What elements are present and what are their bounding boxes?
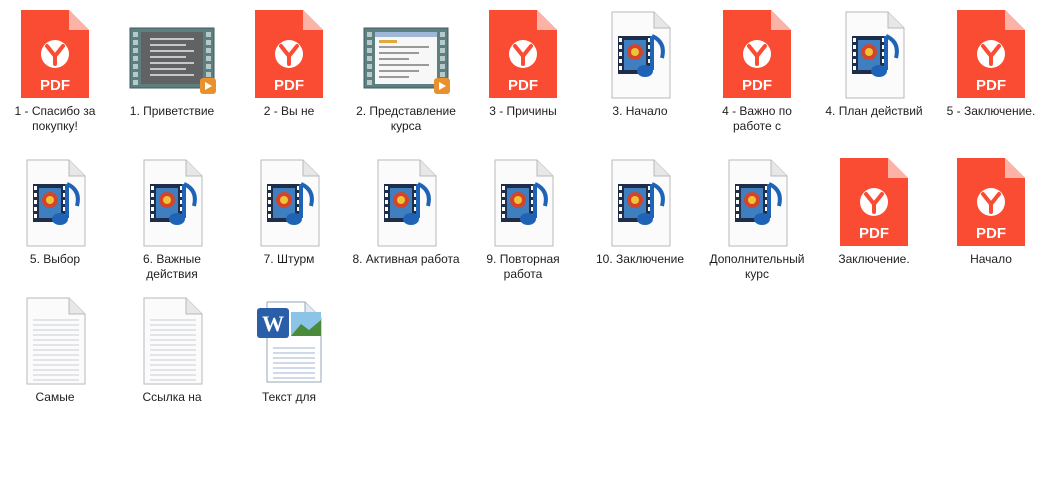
file-name-label: 3 - Причины bbox=[489, 104, 557, 118]
file-name-label: Заключение. bbox=[838, 252, 910, 266]
file-item[interactable]: PDF 2 - Вы не bbox=[234, 6, 344, 119]
file-item[interactable]: PDF 4 - Важно по работе с bbox=[702, 6, 812, 134]
pdf-file-icon: PDF bbox=[475, 6, 571, 102]
file-name-label: Самые bbox=[35, 390, 75, 404]
text-file-icon bbox=[124, 292, 220, 388]
play-icon bbox=[200, 78, 216, 94]
file-name-label: Ссылка на bbox=[142, 390, 202, 404]
file-name-label: 9. Повторная работа bbox=[486, 252, 560, 281]
file-item[interactable]: Ссылка на bbox=[117, 292, 227, 405]
pdf-file-icon: PDF bbox=[709, 6, 805, 102]
file-item[interactable]: 8. Активная работа bbox=[351, 154, 461, 267]
file-item[interactable]: Дополнительный курс bbox=[702, 154, 812, 282]
file-item[interactable]: 9. Повторная работа bbox=[468, 154, 578, 282]
yandex-logo-icon bbox=[509, 40, 537, 68]
file-item[interactable]: PDF 3 - Причины bbox=[468, 6, 578, 119]
audio-file-icon bbox=[7, 154, 103, 250]
file-item[interactable]: 10. Заключение bbox=[585, 154, 695, 267]
yandex-logo-icon bbox=[977, 40, 1005, 68]
file-name-label: 10. Заключение bbox=[596, 252, 684, 266]
pdf-badge-label: PDF bbox=[976, 77, 1006, 94]
audio-file-icon bbox=[592, 154, 688, 250]
pdf-file-icon: PDF bbox=[826, 154, 922, 250]
file-item[interactable]: PDF Начало bbox=[936, 154, 1044, 267]
yandex-logo-icon bbox=[743, 40, 771, 68]
pdf-file-icon: PDF bbox=[943, 6, 1039, 102]
video-thumbnail bbox=[141, 32, 203, 84]
file-item[interactable]: PDF 5 - Заключение. bbox=[936, 6, 1044, 119]
file-item[interactable]: PDF Заключение. bbox=[819, 154, 929, 267]
text-file-icon bbox=[7, 292, 103, 388]
pdf-file-icon: PDF bbox=[7, 6, 103, 102]
file-name-label: 6. Важные действия bbox=[143, 252, 201, 281]
audio-file-icon bbox=[475, 154, 571, 250]
file-item[interactable]: 6. Важные действия bbox=[117, 154, 227, 282]
pdf-file-icon: PDF bbox=[241, 6, 337, 102]
yandex-logo-icon bbox=[41, 40, 69, 68]
file-name-label: 5 - Заключение. bbox=[946, 104, 1036, 118]
yandex-logo-icon bbox=[977, 188, 1005, 216]
pdf-badge-label: PDF bbox=[859, 225, 889, 242]
audio-file-icon bbox=[826, 6, 922, 102]
file-name-label: 1. Приветствие bbox=[129, 104, 215, 118]
audio-file-icon bbox=[358, 154, 454, 250]
file-name-label: 2 - Вы не bbox=[263, 104, 315, 118]
video-thumbnail bbox=[375, 32, 437, 84]
pdf-badge-label: PDF bbox=[40, 77, 70, 94]
audio-file-icon bbox=[241, 154, 337, 250]
file-item[interactable]: Самые bbox=[0, 292, 110, 405]
file-name-label: Дополнительный курс bbox=[709, 252, 805, 281]
file-name-label: 4 - Важно по работе с bbox=[722, 104, 792, 133]
pdf-badge-label: PDF bbox=[274, 77, 304, 94]
word-logo-icon: W bbox=[257, 308, 289, 338]
audio-file-icon bbox=[124, 154, 220, 250]
file-item[interactable]: W Текст для bbox=[234, 292, 344, 405]
pdf-badge-label: PDF bbox=[508, 77, 538, 94]
audio-file-icon bbox=[592, 6, 688, 102]
file-name-label: Начало bbox=[970, 252, 1012, 266]
file-name-label: 3. Начало bbox=[612, 104, 668, 118]
file-name-label: 7. Штурм bbox=[263, 252, 315, 266]
file-name-label: 8. Активная работа bbox=[352, 252, 460, 266]
file-name-label: 4. План действий bbox=[825, 104, 923, 118]
file-item[interactable]: 7. Штурм bbox=[234, 154, 344, 267]
audio-file-icon bbox=[709, 154, 805, 250]
file-item[interactable]: 5. Выбор bbox=[0, 154, 110, 267]
file-item[interactable]: PDF 1 - Спасибо за покупку! bbox=[0, 6, 110, 134]
pdf-badge-label: PDF bbox=[976, 225, 1006, 242]
pdf-badge-label: PDF bbox=[742, 77, 772, 94]
file-name-label: 5. Выбор bbox=[29, 252, 81, 266]
file-name-label: 1 - Спасибо за покупку! bbox=[14, 104, 96, 133]
yandex-logo-icon bbox=[860, 188, 888, 216]
image-thumbnail bbox=[291, 312, 321, 336]
file-name-label: Текст для bbox=[261, 390, 317, 404]
video-file-icon bbox=[358, 6, 454, 102]
video-file-icon bbox=[124, 6, 220, 102]
file-item[interactable]: 1. Приветствие bbox=[117, 6, 227, 119]
pdf-file-icon: PDF bbox=[943, 154, 1039, 250]
file-item[interactable]: 4. План действий bbox=[819, 6, 929, 119]
file-item[interactable]: 2. Представление курса bbox=[351, 6, 461, 134]
file-item[interactable]: 3. Начало bbox=[585, 6, 695, 119]
file-name-label: 2. Представление курса bbox=[356, 104, 456, 133]
word-badge-label: W bbox=[262, 311, 284, 336]
play-icon bbox=[434, 78, 450, 94]
word-file-icon: W bbox=[241, 292, 337, 388]
yandex-logo-icon bbox=[275, 40, 303, 68]
